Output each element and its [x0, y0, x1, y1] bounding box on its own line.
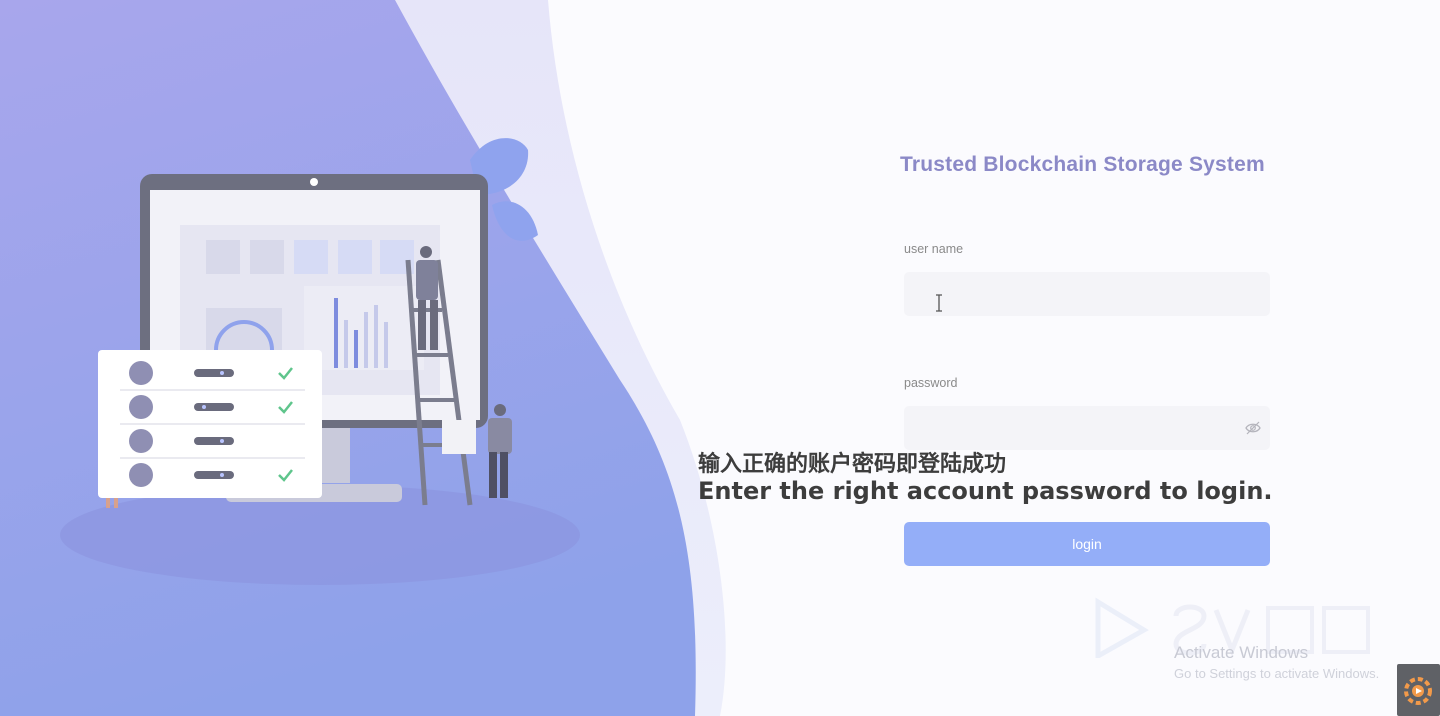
login-button[interactable]: login — [904, 522, 1270, 566]
activate-windows-title: Activate Windows — [1174, 643, 1309, 662]
app-title: Trusted Blockchain Storage System — [900, 153, 1265, 176]
activate-windows-hint: Go to Settings to activate Windows. — [1174, 666, 1380, 681]
hero-illustration — [0, 0, 726, 716]
password-input[interactable] — [904, 406, 1270, 450]
username-input[interactable] — [904, 272, 1270, 316]
login-page: Trusted Blockchain Storage System user n… — [0, 0, 1440, 716]
corner-badge[interactable] — [1397, 664, 1440, 716]
username-label: user name — [904, 242, 964, 256]
password-label: password — [904, 376, 958, 390]
subtitle-chinese: 输入正确的账户密码即登陆成功 — [698, 452, 1007, 477]
eye-off-icon[interactable] — [1245, 421, 1261, 435]
gear-icon — [1404, 677, 1432, 705]
text-cursor-icon — [936, 294, 942, 312]
subtitle-english: Enter the right account password to logi… — [698, 477, 1273, 505]
